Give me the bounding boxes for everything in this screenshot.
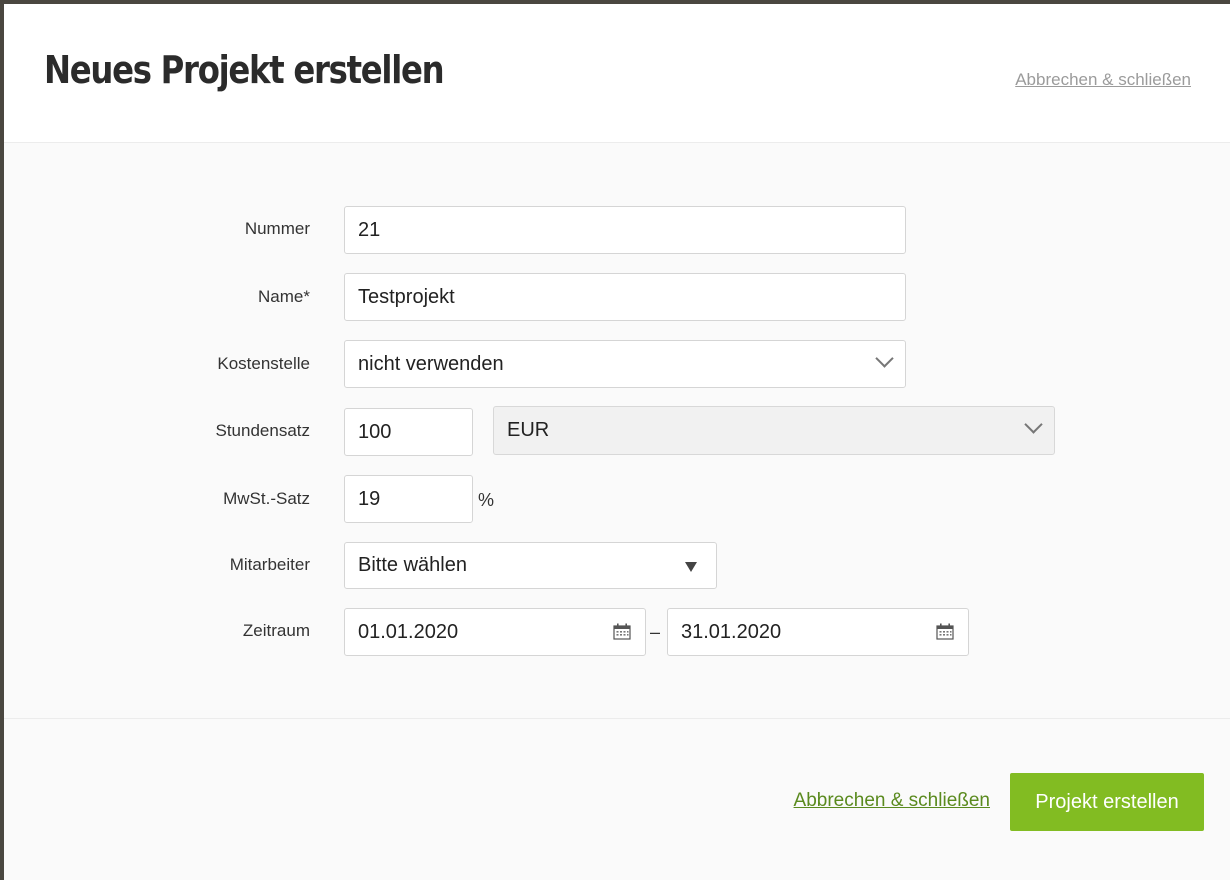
calendar-icon[interactable] [936,623,954,640]
vat-percent-unit: % [478,490,495,510]
hourly-rate-label: Stundensatz [215,421,310,440]
currency-value: EUR [507,419,550,441]
create-project-button[interactable]: Projekt erstellen [1010,773,1204,831]
end-date-input[interactable]: 31.01.2020 [667,608,969,656]
employee-value: Bitte wählen [358,554,467,576]
currency-select[interactable]: EUR [493,406,1055,455]
employee-label: Mitarbeiter [229,555,310,574]
calendar-icon[interactable] [613,623,631,640]
vat-label: MwSt.-Satz [223,489,310,508]
hourly-rate-value: 100 [358,420,392,443]
start-date-value: 01.01.2020 [358,620,459,643]
header-cancel-close-link[interactable]: Abbrechen & schließen [1015,70,1191,90]
start-date-input[interactable]: 01.01.2020 [344,608,646,656]
name-value: Testprojekt [358,285,455,308]
footer-divider [4,718,1230,719]
page-title: Neues Projekt erstellen [44,48,445,92]
vat-value: 19 [358,487,381,510]
end-date-value: 31.01.2020 [681,620,782,643]
name-label: Name* [258,287,310,306]
cost-center-label: Kostenstelle [217,354,310,373]
name-input[interactable]: Testprojekt [344,273,906,321]
number-input[interactable]: 21 [344,206,906,254]
number-value: 21 [358,218,381,241]
period-label: Zeitraum [242,621,310,640]
chevron-down-icon [875,349,894,368]
number-label: Nummer [244,219,310,238]
hourly-rate-input[interactable]: 100 [344,408,473,456]
dialog-header: Neues Projekt erstellen Abbrechen & schl… [4,4,1230,143]
employee-select[interactable]: Bitte wählen [344,542,717,589]
create-project-dialog: Neues Projekt erstellen Abbrechen & schl… [4,4,1230,880]
caret-down-icon [685,562,697,572]
date-range-separator: – [650,622,661,642]
footer-cancel-close-link[interactable]: Abbrechen & schließen [794,790,990,812]
cost-center-select[interactable]: nicht verwenden [344,340,906,388]
cost-center-value: nicht verwenden [358,352,504,375]
vat-input[interactable]: 19 [344,475,473,523]
chevron-down-icon [1024,415,1043,434]
